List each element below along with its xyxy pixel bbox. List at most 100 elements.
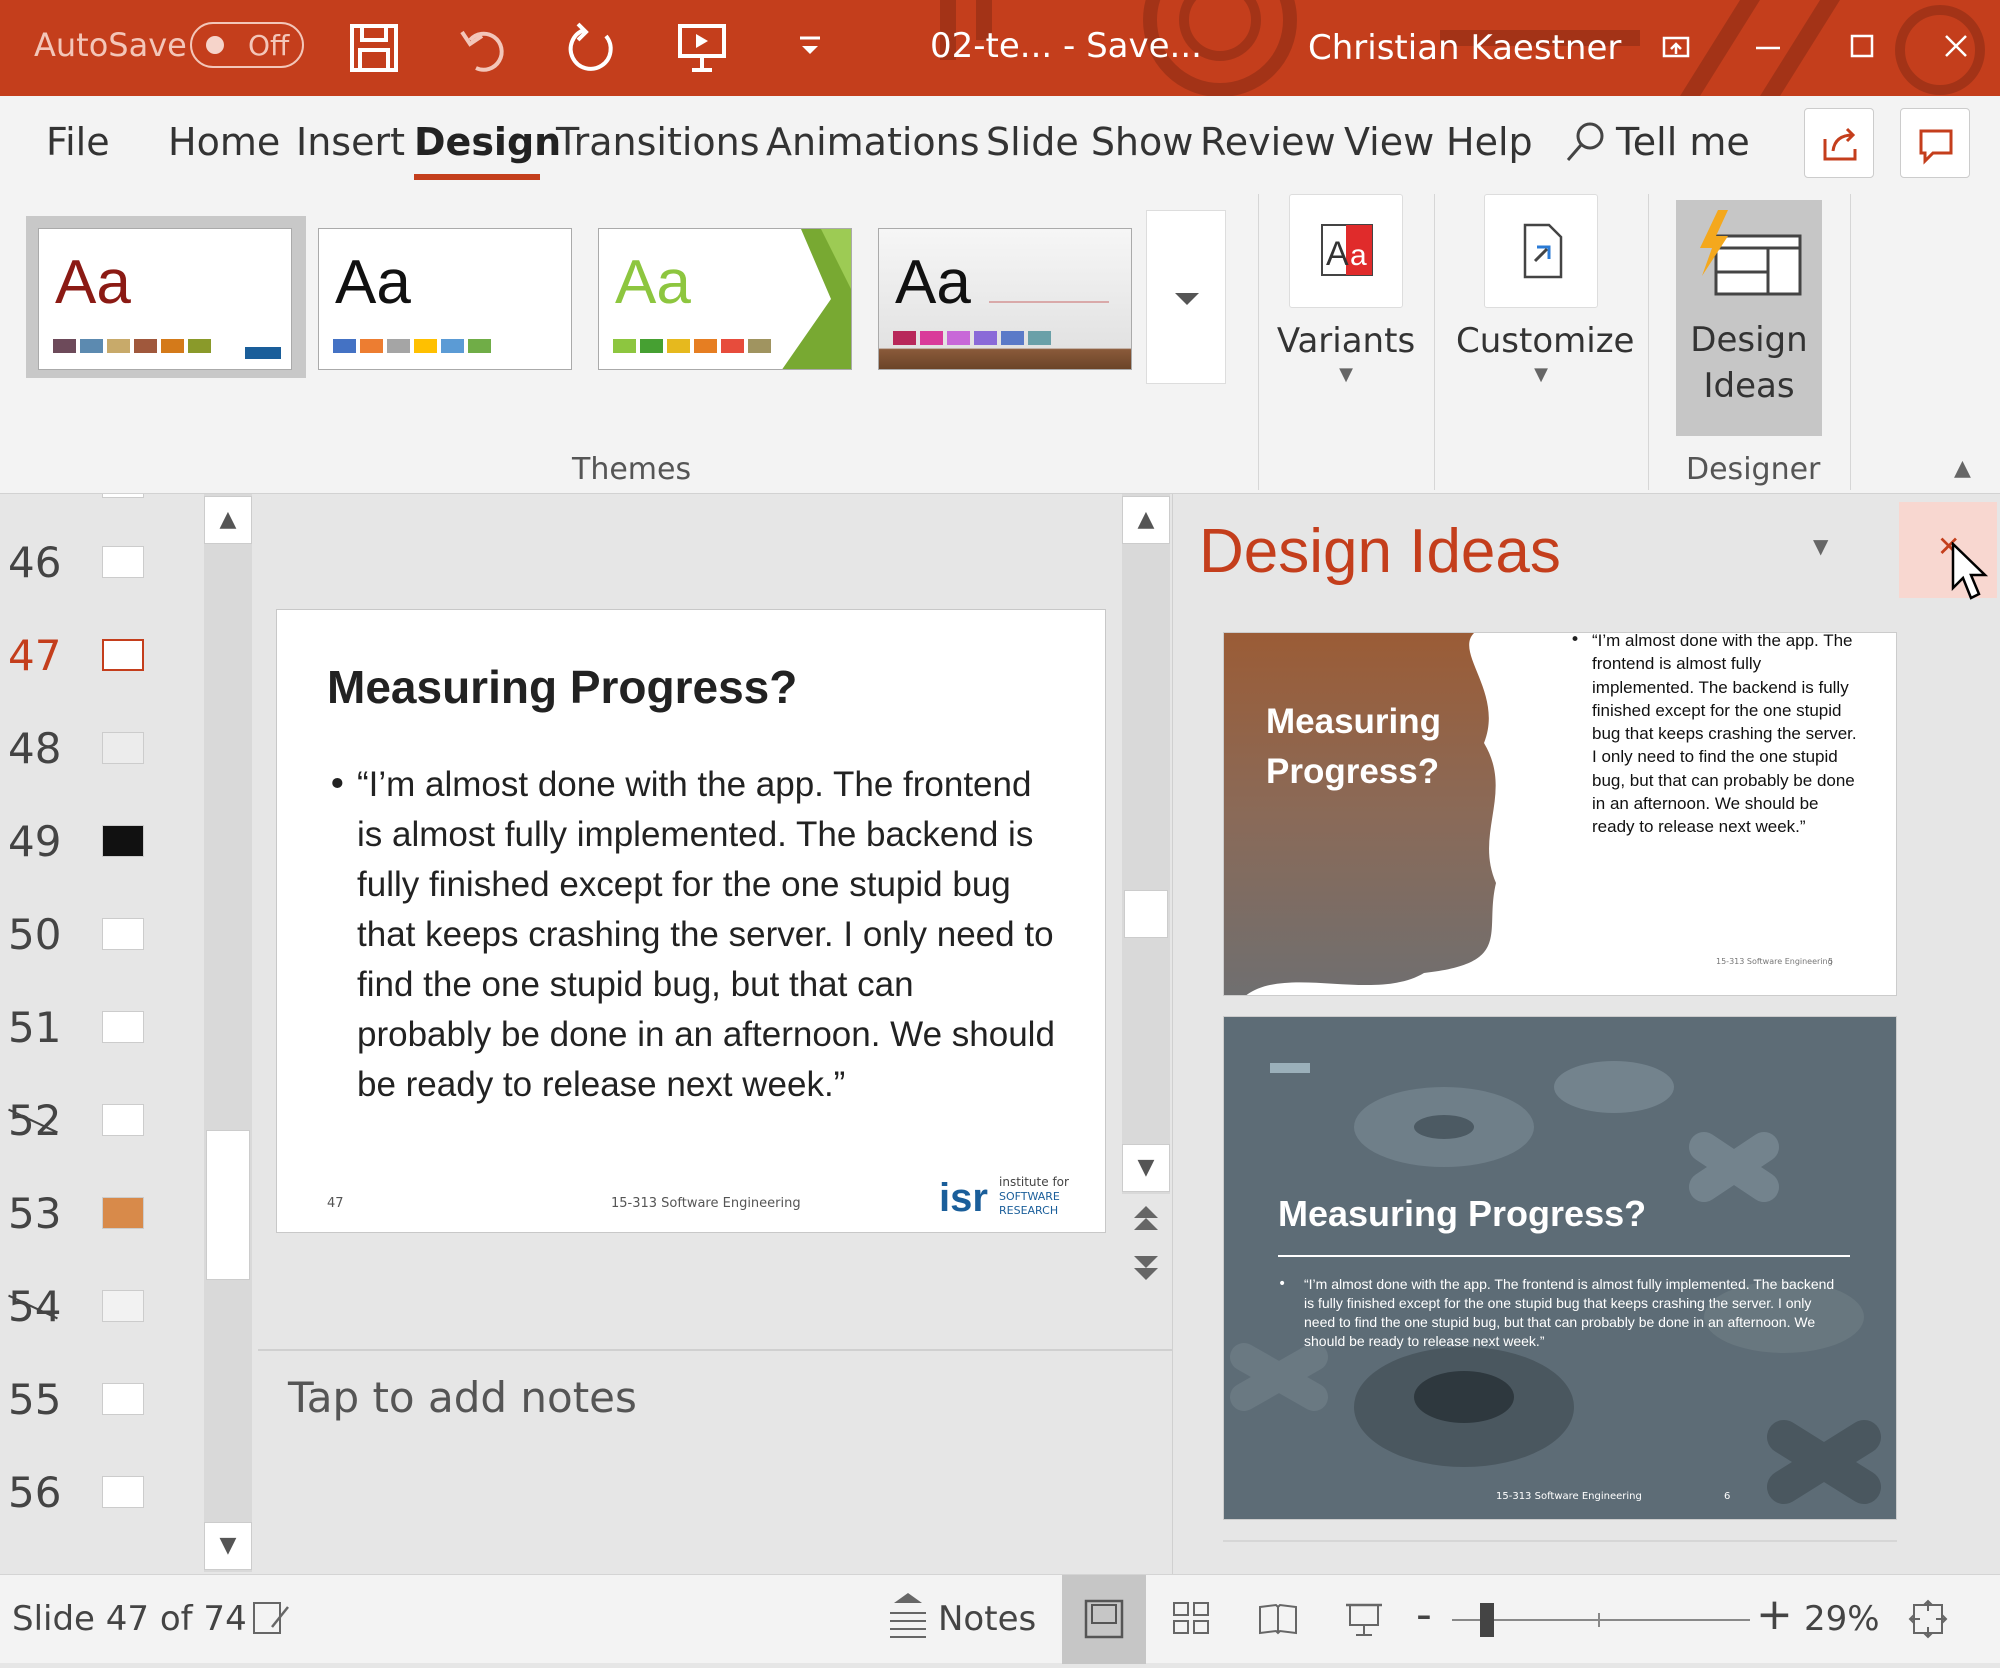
tab-home[interactable]: Home [168,120,280,164]
zoom-in-button[interactable]: + [1756,1589,1793,1640]
design-ideas-button[interactable]: Design Ideas [1676,200,1822,436]
thumbnail-image[interactable] [102,732,144,764]
scroll-up-icon[interactable]: ▲ [204,496,252,544]
thumbnail-number: 56 [8,1468,62,1517]
themes-gallery-more-button[interactable] [1146,210,1226,384]
ribbon-display-options-icon[interactable] [1646,18,1706,78]
zoom-slider-handle[interactable] [1480,1603,1494,1637]
thumbnail-image[interactable] [102,546,144,578]
undo-icon[interactable] [454,18,514,78]
user-name[interactable]: Christian Kaestner [1308,28,1621,68]
close-pane-button[interactable]: ✕ [1899,502,1997,600]
autosave-toggle[interactable]: Off [190,22,304,68]
document-title[interactable]: 02-te... - Save... [930,26,1202,66]
chevron-down-icon: ▼ [1534,364,1548,385]
tab-help[interactable]: Help [1446,120,1533,164]
save-icon[interactable] [344,18,404,78]
tab-review[interactable]: Review [1200,120,1336,164]
present-from-start-icon[interactable] [672,18,732,78]
tab-slide-show[interactable]: Slide Show [986,120,1193,164]
notes-page-icon[interactable] [250,1597,294,1641]
tab-design[interactable]: Design [414,120,561,164]
comments-button[interactable] [1900,108,1970,178]
collapse-ribbon-icon[interactable]: ▲ [1954,456,1971,481]
customize-label: Customize [1456,321,1635,361]
thumbnail-row[interactable]: 55 [0,1369,160,1429]
redo-icon[interactable] [562,18,622,78]
slide-size-icon [1484,194,1598,308]
thumbnail-row[interactable]: 56 [0,1462,160,1522]
editor-scrollbar[interactable]: ▲ ▼ [1122,494,1170,1194]
theme-office-current[interactable]: Aa [38,228,292,370]
reading-view-icon[interactable] [1256,1597,1300,1641]
next-slide-icon[interactable] [1134,1256,1158,1280]
thumbnail-scrollbar[interactable]: ▲ ▼ [204,494,252,1572]
zoom-out-button[interactable]: - [1416,1589,1432,1640]
close-window-icon[interactable] [1926,18,1986,78]
thumbnail-row-hidden[interactable]: 52 [0,1090,160,1150]
scrollbar-thumb[interactable] [1124,890,1168,938]
thumbnail-image[interactable] [102,639,144,671]
thumbnail-image[interactable] [102,1383,144,1415]
fit-to-window-icon[interactable] [1906,1597,1950,1641]
thumbnail-image[interactable] [102,1104,144,1136]
minimize-icon[interactable] [1738,18,1798,78]
bullet-marker: • [1278,1276,1287,1292]
design-idea-1[interactable]: Measuring Progress? • “I’m almost done w… [1223,632,1897,996]
lightbulb-search-icon[interactable] [1560,118,1610,168]
normal-view-button[interactable] [1062,1575,1146,1664]
customize-button[interactable]: Customize ▼ [1456,194,1635,385]
thumbnail-row-current[interactable]: 47 [0,625,160,685]
thumbnail-image[interactable] [102,918,144,950]
variants-button[interactable]: A a Variants ▼ [1276,194,1416,385]
theme-office[interactable]: Aa [318,228,572,370]
notes-pane[interactable]: Tap to add notes [258,1349,1172,1574]
scroll-down-icon[interactable]: ▼ [1122,1144,1170,1192]
tab-insert[interactable]: Insert [296,120,405,164]
notes-label: Notes [938,1599,1037,1639]
thumbnail-row[interactable]: 51 [0,997,160,1057]
pane-options-icon[interactable]: ▼ [1813,534,1828,558]
tab-animations[interactable]: Animations [766,120,980,164]
maximize-icon[interactable] [1832,18,1892,78]
slide-thumbnail-pane[interactable]: 46 47 48 49 50 51 52 53 54 55 56 [0,494,204,1574]
slide-title[interactable]: Measuring Progress? [327,660,797,714]
thumbnail-image[interactable] [102,1476,144,1508]
ribbon-tab-bar: File Home Insert Design Transitions Anim… [0,96,2000,194]
thumbnail-image[interactable] [102,1290,144,1322]
thumbnail-row[interactable]: 50 [0,904,160,964]
thumbnail-image[interactable] [102,1011,144,1043]
slide-number: 47 [327,1196,344,1211]
slide-counter[interactable]: Slide 47 of 74 [12,1599,247,1639]
tab-file[interactable]: File [46,120,110,164]
thumbnail-row[interactable]: 48 [0,718,160,778]
theme-gallery[interactable]: Aa [878,228,1132,370]
zoom-slider-track[interactable] [1452,1619,1750,1621]
thumbnail-image[interactable] [102,1197,144,1229]
customize-toolbar-icon[interactable] [780,18,840,78]
slide-body-text[interactable]: “I’m almost done with the app. The front… [357,760,1057,1110]
current-slide[interactable]: Measuring Progress? • “I’m almost done w… [276,609,1106,1233]
tell-me-search[interactable]: Tell me [1616,120,1750,164]
thumbnail-row[interactable]: 49 [0,811,160,871]
thumbnail-image[interactable] [102,825,144,857]
previous-slide-icon[interactable] [1134,1206,1158,1230]
tab-view[interactable]: View [1344,120,1434,164]
design-idea-2[interactable]: Measuring Progress? • “I’m almost done w… [1223,1016,1897,1520]
thumbnail-row[interactable]: 53 [0,1183,160,1243]
scroll-up-icon[interactable]: ▲ [1122,496,1170,544]
slide-sorter-icon[interactable] [1170,1597,1214,1641]
thumbnail-row[interactable]: 46 [0,532,160,592]
idea-1-title: Measuring Progress? [1266,702,1442,791]
theme-facet[interactable]: Aa [598,228,852,370]
thumbnail-row-hidden[interactable]: 54 [0,1276,160,1336]
idea-2-body: “I’m almost done with the app. The front… [1304,1276,1835,1349]
slide-show-icon[interactable] [1342,1597,1386,1641]
zoom-level[interactable]: 29% [1804,1599,1880,1639]
share-button[interactable] [1804,108,1874,178]
tab-transitions[interactable]: Transitions [556,120,760,164]
scrollbar-thumb[interactable] [206,1130,250,1280]
theme-color-swatches [893,331,1051,345]
scroll-down-icon[interactable]: ▼ [204,1522,252,1570]
notes-placeholder[interactable]: Tap to add notes [288,1373,637,1422]
